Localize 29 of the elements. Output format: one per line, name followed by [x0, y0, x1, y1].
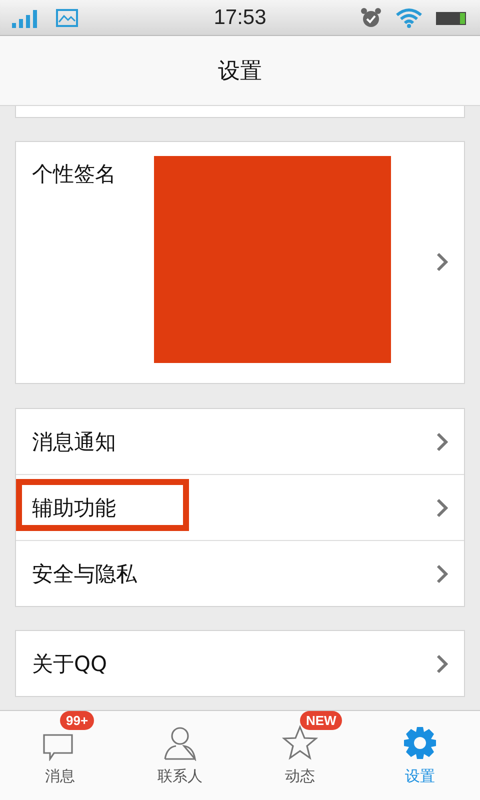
row-label: 个性签名 [32, 161, 116, 188]
chevron-icon [436, 498, 448, 518]
settings-row[interactable]: 关于QQ [16, 631, 464, 696]
tab[interactable]: NEW 动态 [240, 711, 360, 800]
chevron-icon [436, 252, 448, 272]
tab[interactable]: 99+ 消息 [0, 711, 120, 800]
page-title: 设置 [218, 58, 262, 86]
signature-row[interactable]: 个性签名 [15, 141, 465, 384]
person-icon [162, 725, 198, 761]
chevron-icon [436, 654, 448, 674]
tab-badge: NEW [300, 711, 342, 730]
image-icon [56, 8, 78, 28]
status-time: 17:53 [214, 6, 266, 30]
tab[interactable]: 联系人 [120, 711, 240, 800]
settings-row[interactable]: 辅助功能 [16, 474, 464, 540]
chevron-icon [436, 564, 448, 584]
star-icon [282, 725, 318, 761]
alarm-clock-icon [360, 6, 382, 28]
settings-row[interactable]: 消息通知 [16, 409, 464, 474]
row-label: 消息通知 [32, 428, 116, 456]
chevron-icon [436, 432, 448, 452]
tab-badge: 99+ [60, 711, 94, 730]
settings-icon [403, 726, 437, 760]
settings-row[interactable]: 安全与隐私 [16, 540, 464, 606]
row-label: 辅助功能 [32, 494, 116, 522]
wifi-icon [396, 8, 422, 28]
battery-icon [436, 10, 468, 26]
row-label: 关于QQ [32, 650, 108, 678]
row-label: 安全与隐私 [32, 560, 137, 588]
